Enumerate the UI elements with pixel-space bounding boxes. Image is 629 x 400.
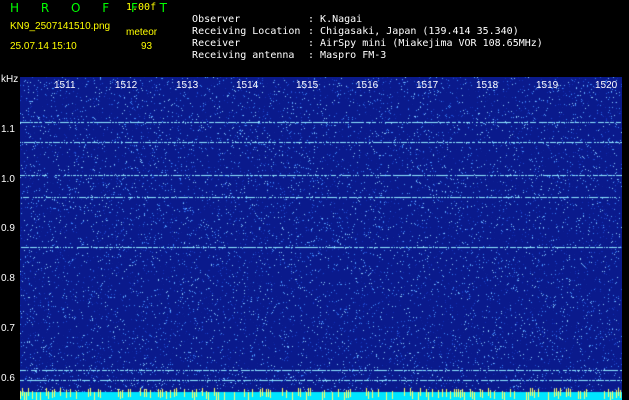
y-tick-label: 0.9 [1,223,15,234]
x-tick-label: 1519 [536,80,559,91]
waterfall-spectrogram [20,77,622,400]
x-tick-label: 1520 [595,80,618,91]
info-row-antenna: Receiving antenna: Maspro FM-3 [192,50,387,61]
meteor-count-label: meteor [126,27,158,38]
app-version: 1.00f [126,2,157,13]
info-key: Receiving antenna [192,50,295,61]
x-tick-label: 1511 [54,80,76,91]
x-tick-label: 1518 [476,80,499,91]
x-tick-label: 1514 [236,80,259,91]
meteor-count-value: 93 [141,41,153,52]
y-tick-label: 0.8 [1,273,15,284]
x-tick-label: 1516 [356,80,379,91]
info-value: Maspro FM-3 [320,50,387,61]
y-tick-label: 0.6 [1,373,15,384]
x-tick-label: 1512 [115,80,138,91]
y-axis-unit: kHz [1,74,19,85]
y-tick-label: 0.7 [1,323,15,334]
image-filename: KN9_2507141510.png [10,21,111,32]
x-tick-label: 1517 [416,80,439,91]
x-tick-label: 1513 [176,80,199,91]
y-tick-label: 1.0 [1,174,15,185]
y-tick-label: 1.1 [1,124,15,135]
observation-datetime: 25.07.14 15:10 [10,41,77,52]
x-tick-label: 1515 [296,80,319,91]
